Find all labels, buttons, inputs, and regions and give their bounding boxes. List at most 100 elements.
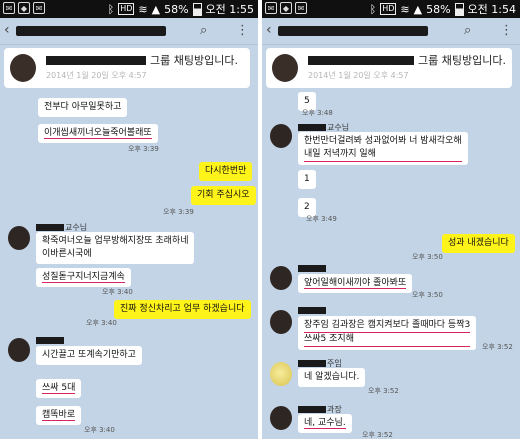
- message-line: 확죽여너오늘 업무방해지장또 초래하네: [42, 236, 189, 246]
- notice-title: 그룹 채팅방입니다.: [418, 54, 506, 67]
- search-icon[interactable]: ⌕: [200, 23, 207, 38]
- chat-header: ‹ ⌕ ⋮: [0, 18, 258, 45]
- notice-date: 2014년 1월 20일 오후 4:57: [46, 71, 147, 80]
- my-message-bubble[interactable]: 성과 내겠습니다: [442, 234, 515, 253]
- message-line: 이바른시국에: [42, 249, 92, 259]
- notice-date: 2014년 1월 20일 오후 4:57: [308, 71, 409, 80]
- signal-icon: ▲: [413, 2, 423, 16]
- sender-name: [298, 306, 327, 315]
- search-icon[interactable]: ⌕: [464, 23, 471, 38]
- message-text: 시간끌고 또계속기만하고: [42, 350, 136, 360]
- message-time: 오후 3:39: [128, 145, 159, 153]
- message-bubble[interactable]: 시간끌고 또계속기만하고: [36, 346, 142, 365]
- message-text: 앞어일해이새끼야 졸아봐또: [304, 278, 407, 289]
- notice-title: 그룹 채팅방입니다.: [150, 54, 238, 67]
- message-text: 네, 교수님.: [304, 418, 346, 429]
- message-bubble[interactable]: 네 알겠습니다.: [298, 368, 366, 387]
- my-message-bubble[interactable]: 다시한번만: [199, 162, 253, 181]
- message-time: 오후 3:40: [86, 319, 117, 327]
- sender-name: [36, 336, 65, 345]
- redacted-name: [46, 56, 146, 65]
- avatar[interactable]: [270, 406, 292, 430]
- group-chat-notice: 그룹 채팅방입니다. 2014년 1월 20일 오후 4:57: [4, 48, 250, 88]
- message-time: 오후 3:52: [368, 387, 399, 395]
- battery-percent: 58%: [164, 2, 189, 16]
- avatar[interactable]: [270, 124, 292, 148]
- battery-icon: [454, 2, 464, 16]
- back-arrow-icon[interactable]: ‹: [4, 22, 10, 38]
- sender-name: [298, 264, 327, 273]
- message-time: 오후 3:52: [362, 431, 393, 439]
- message-text: 전부다 아무일못하고: [44, 102, 122, 112]
- message-text: 1: [304, 174, 310, 184]
- message-text: 네 알겠습니다.: [304, 372, 360, 382]
- message-time: 오후 3:39: [163, 208, 194, 216]
- avatar[interactable]: [8, 338, 30, 362]
- redacted-name: [308, 56, 414, 65]
- status-bar: ✉ ◆ ✉ ᛒ HD ≋ ▲ 58% 오전 1:54: [262, 0, 520, 18]
- status-bar: ✉ ◆ ✉ ᛒ HD ≋ ▲ 58% 오전 1:55: [0, 0, 258, 18]
- my-message-bubble[interactable]: 기회 주십시오: [191, 186, 256, 205]
- avatar: [10, 54, 36, 82]
- message-text: 2: [304, 202, 310, 212]
- message-time: 오후 3:50: [412, 291, 443, 299]
- back-arrow-icon[interactable]: ‹: [266, 22, 272, 38]
- avatar[interactable]: [8, 226, 30, 250]
- message-text: 다시한번만: [205, 166, 247, 176]
- mail-icon: ✉: [33, 2, 45, 14]
- wifi-icon: ≋: [138, 2, 148, 16]
- bluetooth-icon: ᛒ: [107, 2, 115, 16]
- avatar[interactable]: [270, 362, 292, 386]
- bluetooth-icon: ᛒ: [369, 2, 377, 16]
- message-bubble[interactable]: 전부다 아무일못하고: [38, 98, 128, 117]
- avatar[interactable]: [270, 266, 292, 290]
- message-bubble[interactable]: 한번만더걸려봐 성과없어봐 너 밤새각오해 내일 저녁까지 일해: [298, 132, 468, 165]
- message-text: 성질돋구지너지금계속: [42, 272, 125, 283]
- message-time: 오후 3:40: [84, 426, 115, 434]
- message-time: 오후 3:40: [102, 288, 133, 296]
- group-chat-notice: 그룹 채팅방입니다. 2014년 1월 20일 오후 4:57: [266, 48, 512, 88]
- kakao-icon: ◆: [280, 2, 292, 14]
- message-bubble[interactable]: 쓰싸 5대: [36, 379, 82, 398]
- message-line: 내일 저녁까지 일해: [304, 148, 462, 162]
- message-text: 진짜 정신차리고 업무 하겠습니다: [120, 304, 245, 314]
- redacted-name: [298, 265, 326, 272]
- redacted-name: [36, 224, 64, 231]
- signal-icon: ▲: [151, 2, 161, 16]
- chat-screen-right: ✉ ◆ ✉ ᛒ HD ≋ ▲ 58% 오전 1:54 ‹ ⌕ ⋮ 그룹 채팅방입…: [262, 0, 520, 439]
- message-text: 기회 주십시오: [197, 190, 250, 200]
- message-icon: ✉: [265, 2, 277, 14]
- message-bubble[interactable]: 장주임 김과장은 캠지켜보다 졸때마다 등짝3 쓰싸5 조지해: [298, 316, 477, 350]
- redacted-name: [298, 406, 326, 413]
- message-bubble[interactable]: 확죽여너오늘 업무방해지장또 초래하네 이바른시국에: [36, 232, 195, 264]
- redacted-name: [298, 307, 326, 314]
- message-text: 5: [304, 96, 310, 106]
- hd-icon: HD: [118, 3, 135, 15]
- clock: 오전 1:55: [205, 3, 254, 16]
- message-bubble[interactable]: 1: [298, 170, 316, 189]
- message-time: 오후 3:50: [412, 253, 443, 261]
- battery-icon: [192, 2, 202, 16]
- my-message-bubble[interactable]: 진짜 정신차리고 업무 하겠습니다: [114, 300, 251, 319]
- more-vert-icon[interactable]: ⋮: [236, 23, 249, 38]
- message-time: 오후 3:49: [306, 215, 337, 223]
- message-text: 쓰싸 5대: [42, 383, 76, 394]
- message-bubble[interactable]: 이개씹새끼너오늘죽어볼래또: [38, 124, 158, 143]
- wifi-icon: ≋: [400, 2, 410, 16]
- more-vert-icon[interactable]: ⋮: [500, 23, 513, 38]
- avatar: [272, 54, 298, 82]
- message-bubble[interactable]: 네, 교수님.: [298, 414, 352, 433]
- kakao-icon: ◆: [18, 2, 30, 14]
- message-time: 오후 3:48: [302, 109, 333, 117]
- message-text: 캠똑바로: [42, 410, 76, 421]
- battery-percent: 58%: [426, 2, 451, 16]
- clock: 오전 1:54: [467, 3, 516, 16]
- redacted-name: [36, 337, 64, 344]
- redacted-name: [298, 124, 326, 131]
- chat-title-redacted: [278, 26, 428, 36]
- message-line: 장주임 김과장은 캠지켜보다 졸때마다 등짝3: [304, 319, 471, 333]
- message-bubble[interactable]: 성질돋구지너지금계속: [36, 268, 131, 287]
- avatar[interactable]: [270, 310, 292, 334]
- message-bubble[interactable]: 캠똑바로: [36, 406, 82, 425]
- message-bubble[interactable]: 앞어일해이새끼야 졸아봐또: [298, 274, 413, 293]
